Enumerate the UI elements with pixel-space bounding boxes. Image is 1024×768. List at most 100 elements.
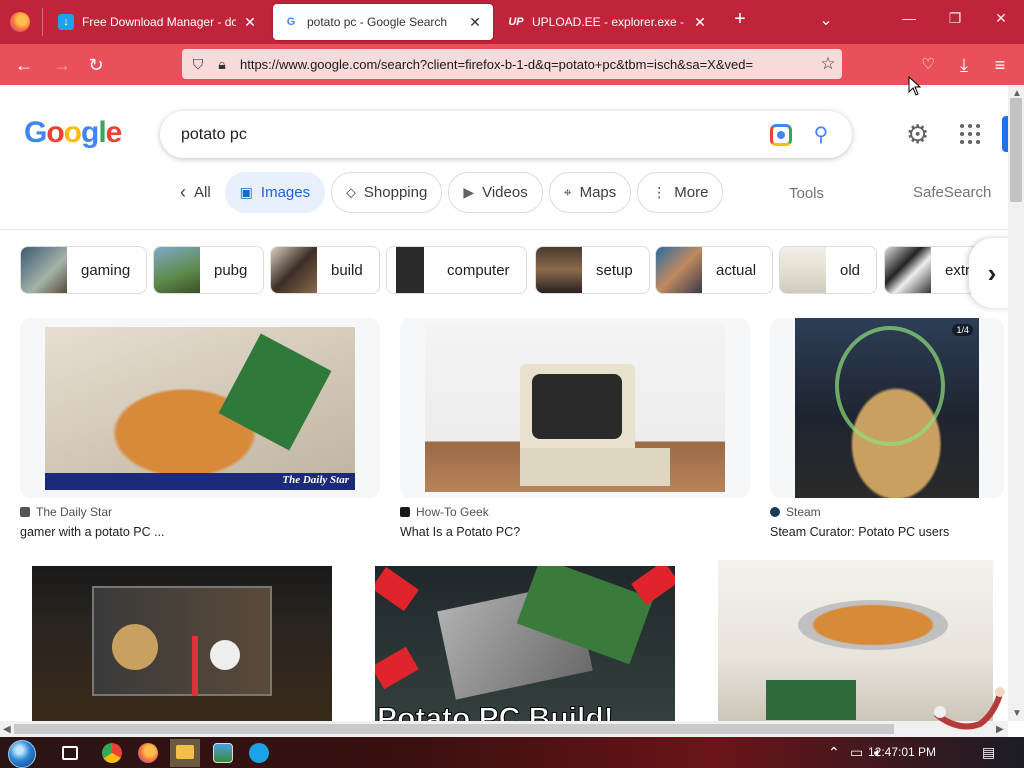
ram-stick-shape [218, 333, 332, 451]
desktop-character-overlay [934, 687, 1005, 730]
tab-upload-ee[interactable]: UP UPLOAD.EE - explorer.exe - Do ✕ [498, 4, 718, 40]
pocket-icon[interactable]: ♡ [916, 53, 940, 77]
result-image-potato-build-video[interactable]: Potato PC Build! [375, 566, 675, 721]
scroll-down-arrow-icon[interactable]: ▼ [1012, 708, 1022, 719]
related-thumbnail [387, 247, 433, 293]
fdm-favicon-icon: ↓ [58, 14, 74, 30]
start-button-icon[interactable] [8, 740, 36, 768]
file-explorer-icon [176, 745, 194, 759]
fan-shape [210, 640, 240, 670]
menu-hamburger-icon[interactable]: ≡ [988, 53, 1012, 77]
tab-more[interactable]: ⋮ More [637, 172, 724, 213]
forward-arrow-icon[interactable]: → [50, 53, 74, 77]
show-hidden-icons-chevron-icon[interactable]: ⌃ [828, 744, 840, 761]
close-window-icon[interactable]: ✕ [986, 10, 1016, 27]
tab-title: Free Download Manager - dow [82, 15, 236, 29]
tab-videos[interactable]: ▶ Videos [448, 172, 543, 213]
horizontal-scroll-thumb[interactable] [14, 724, 894, 734]
vertical-scroll-thumb[interactable] [1010, 98, 1022, 202]
lock-icon[interactable]: 🔒︎ [210, 56, 234, 73]
result-caption[interactable]: gamer with a potato PC ... [20, 525, 165, 539]
result-image-potato-ram[interactable]: The Daily Star [45, 327, 355, 490]
result-image-gaming-rig[interactable] [32, 566, 332, 721]
list-all-tabs-chevron-icon[interactable]: ⌄ [814, 10, 838, 30]
gear-icon[interactable]: ⚙ [906, 119, 929, 150]
steam-favicon-icon [770, 507, 780, 517]
result-caption[interactable]: Steam Curator: Potato PC users [770, 525, 949, 539]
related-chip-actual[interactable]: actual [655, 246, 774, 294]
firefox-logo-icon[interactable] [10, 12, 30, 32]
reload-icon[interactable]: ↻ [84, 53, 108, 77]
pie-shape [798, 600, 948, 650]
firefox-taskbar-icon[interactable] [138, 743, 158, 763]
tab-all[interactable]: ‹ All [172, 172, 219, 213]
chevron-left-icon: ‹ [180, 182, 186, 202]
howtogeek-favicon-icon [400, 507, 410, 517]
search-box[interactable]: potato pc ⚲ [160, 111, 852, 158]
related-chip-gaming[interactable]: gaming [20, 246, 148, 294]
minimize-window-icon[interactable]: — [894, 10, 924, 26]
related-thumbnail [780, 247, 826, 293]
close-tab-icon[interactable]: ✕ [692, 14, 708, 31]
network-icon[interactable]: ▭ [850, 744, 863, 761]
tab-free-download-manager[interactable]: ↓ Free Download Manager - dow ✕ [48, 4, 268, 40]
related-chip-computer[interactable]: computer [386, 246, 527, 294]
result-source[interactable]: Steam [770, 505, 821, 519]
search-icon[interactable]: ⚲ [810, 122, 832, 147]
tab-shopping[interactable]: ⬦ Shopping [331, 172, 443, 213]
address-bar[interactable]: ⛉ 🔒︎ https://www.google.com/search?clien… [182, 49, 842, 79]
close-tab-icon[interactable]: ✕ [467, 14, 483, 31]
tab-images[interactable]: ▣ Images [224, 172, 326, 213]
action-center-icon[interactable]: ▤ [982, 744, 995, 761]
close-tab-icon[interactable]: ✕ [242, 14, 258, 31]
aperture-logo-shape [112, 624, 158, 670]
restore-window-icon[interactable]: ❐ [940, 10, 970, 27]
result-caption[interactable]: What Is a Potato PC? [400, 525, 520, 539]
chrome-icon[interactable] [102, 743, 122, 763]
result-source[interactable]: How-To Geek [400, 505, 489, 519]
pin-icon: ⌖ [563, 184, 572, 200]
tracking-shield-icon[interactable]: ⛉ [186, 56, 210, 73]
related-chip-old[interactable]: old [779, 246, 878, 294]
tag-icon: ⬦ [346, 184, 356, 200]
image-count-badge: 1/4 [952, 324, 973, 336]
safesearch-button[interactable]: SafeSearch [913, 184, 991, 201]
downloads-icon[interactable]: ⤓ [952, 53, 976, 77]
tab-title: potato pc - Google Search [307, 15, 448, 29]
scroll-left-arrow-icon[interactable]: ◀ [3, 724, 11, 735]
apps-grid-icon[interactable] [960, 124, 980, 144]
video-title-overlay: Potato PC Build! [377, 702, 615, 722]
related-chip-setup[interactable]: setup [535, 246, 650, 294]
system-clock[interactable]: 12:47:01 PM [868, 745, 936, 759]
free-download-manager-icon[interactable] [249, 743, 269, 763]
google-lens-icon[interactable] [770, 123, 792, 146]
tab-google-search[interactable]: G potato pc - Google Search ✕ [273, 4, 493, 40]
google-logo[interactable]: Google [24, 116, 122, 150]
related-chip-pubg[interactable]: pubg [153, 246, 265, 294]
result-image-old-computer[interactable] [425, 324, 725, 492]
mouse-cursor-icon [908, 76, 922, 96]
related-thumbnail [885, 247, 931, 293]
url-text[interactable]: https://www.google.com/search?client=fir… [234, 57, 814, 72]
navigation-toolbar: ← → ↻ ⛉ 🔒︎ https://www.google.com/search… [0, 44, 1024, 85]
watermark-bar: The Daily Star [45, 473, 355, 490]
back-arrow-icon[interactable]: ← [12, 53, 36, 77]
related-chip-build[interactable]: build [270, 246, 380, 294]
more-dots-icon: ⋮ [652, 184, 667, 200]
task-view-icon[interactable] [62, 746, 78, 760]
related-thumbnail [21, 247, 67, 293]
tools-button[interactable]: Tools [789, 185, 824, 202]
red-arrow-shape [375, 646, 419, 690]
photos-icon[interactable] [213, 743, 233, 763]
search-input[interactable]: potato pc [160, 126, 770, 144]
image-icon: ▣ [239, 184, 253, 200]
google-favicon-icon: G [286, 16, 296, 28]
file-explorer-active-slot[interactable] [170, 739, 200, 767]
new-tab-icon[interactable]: + [728, 8, 752, 31]
header-divider [0, 229, 1008, 230]
bookmark-star-icon[interactable]: ☆ [814, 54, 842, 74]
result-source[interactable]: The Daily Star [20, 505, 112, 519]
result-image-potato-cpu[interactable]: 1/4 [795, 318, 979, 498]
tab-maps[interactable]: ⌖ Maps [548, 172, 632, 213]
related-thumbnail [536, 247, 582, 293]
